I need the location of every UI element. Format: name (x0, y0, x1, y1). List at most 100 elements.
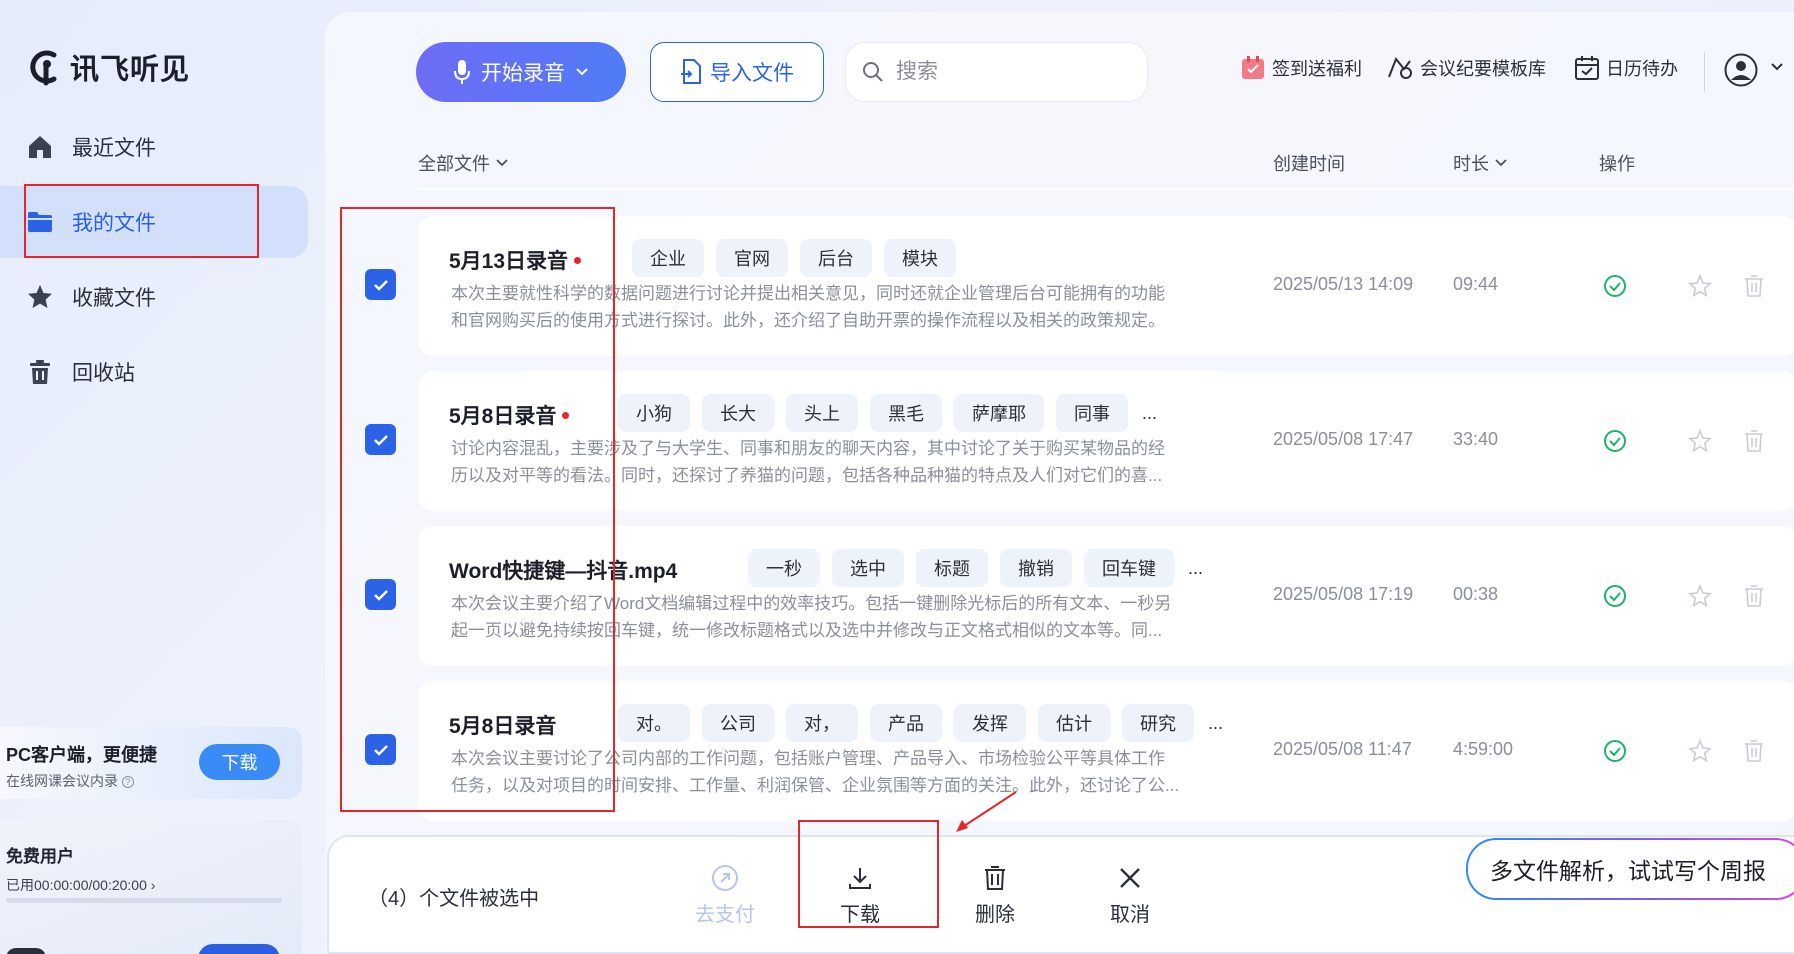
sidebar-item-recent[interactable]: 最近文件 (0, 111, 308, 183)
sidebar-item-favorites[interactable]: 收藏文件 (0, 261, 308, 333)
home-icon (29, 136, 51, 158)
tag[interactable]: 企业 (632, 239, 704, 277)
tag[interactable]: 估计 (1038, 704, 1110, 742)
tag[interactable]: 产品 (870, 704, 942, 742)
info-icon[interactable]: ? (121, 776, 134, 789)
check-icon (373, 589, 388, 601)
transcribed-check-icon (1604, 275, 1626, 297)
check-icon (373, 279, 388, 291)
more-tags[interactable]: ... (1208, 713, 1223, 734)
row-title[interactable]: 5月8日录音 (449, 400, 570, 430)
logo-icon (30, 50, 57, 86)
calendar-todo-link[interactable]: 日历待办 (1574, 55, 1678, 81)
sidebar-item-label: 回收站 (72, 362, 135, 385)
tag[interactable]: 回车键 (1084, 549, 1174, 587)
delete-button[interactable]: 删除 (950, 864, 1040, 927)
tag[interactable]: 官网 (716, 239, 788, 277)
chevron-down-icon[interactable] (1770, 62, 1784, 72)
transcribed-check-icon (1604, 430, 1626, 452)
row-tags: 一秒 选中 标题 撤销 回车键 ... (748, 549, 1203, 587)
tag[interactable]: 公司 (702, 704, 774, 742)
row-title[interactable]: Word快捷键—抖音.mp4 (449, 555, 677, 585)
close-icon (1120, 868, 1140, 888)
account-avatar-icon (6, 948, 46, 954)
tag[interactable]: 萨摩耶 (954, 394, 1044, 432)
row-duration: 09:44 (1453, 274, 1499, 294)
row-title[interactable]: 5月8日录音 (449, 710, 556, 740)
tag[interactable]: 标题 (916, 549, 988, 587)
chevron-down-icon (496, 159, 508, 167)
row-description: 本次主要就性科学的数据问题进行讨论并提出相关意见，同时还就企业管理后台可能拥有的… (451, 284, 1165, 330)
tag[interactable]: 长大 (702, 394, 774, 432)
tag[interactable]: 黑毛 (870, 394, 942, 432)
tag[interactable]: 对。 (618, 704, 690, 742)
header-created-time[interactable]: 创建时间 (1273, 150, 1345, 176)
more-tags[interactable]: ... (1142, 403, 1157, 424)
user-avatar-icon[interactable] (1724, 53, 1758, 87)
tag[interactable]: 对， (786, 704, 858, 742)
favorite-star-icon[interactable] (1688, 274, 1712, 298)
search-box[interactable] (845, 42, 1148, 102)
tag[interactable]: 后台 (800, 239, 872, 277)
sidebar-item-trash[interactable]: 回收站 (0, 336, 308, 408)
tag[interactable]: 头上 (786, 394, 858, 432)
row-checkbox[interactable] (365, 424, 396, 455)
sort-duration[interactable]: 时长 (1453, 150, 1507, 176)
download-button[interactable]: 下载 (815, 864, 905, 927)
start-recording-button[interactable]: 开始录音 (416, 42, 626, 102)
tag[interactable]: 小狗 (618, 394, 690, 432)
delete-trash-icon[interactable] (1743, 274, 1765, 298)
star-icon (28, 285, 52, 308)
delete-trash-icon[interactable] (1743, 739, 1765, 763)
template-library-link[interactable]: 会议纪要模板库 (1386, 55, 1546, 81)
tag[interactable]: 发挥 (954, 704, 1026, 742)
row-checkbox[interactable] (365, 734, 396, 765)
weekly-report-tip[interactable]: 多文件解析，试试写个周报 (1466, 838, 1794, 900)
search-input[interactable] (896, 60, 1116, 84)
tag[interactable]: 选中 (832, 549, 904, 587)
sidebar: 讯飞听见 最近文件 我的文件 收藏文件 回收站 PC客户端，更便捷 在线网课会议… (0, 0, 325, 954)
calendar-check-icon (1575, 56, 1599, 80)
filter-all-files[interactable]: 全部文件 (418, 150, 508, 176)
search-icon (863, 62, 883, 82)
chevron-down-icon (1495, 159, 1507, 167)
row-checkbox[interactable] (365, 579, 396, 610)
row-checkbox[interactable] (365, 269, 396, 300)
checkin-link[interactable]: 签到送福利 (1240, 55, 1362, 81)
delete-trash-icon[interactable] (1743, 429, 1765, 453)
favorite-star-icon[interactable] (1688, 739, 1712, 763)
tag[interactable]: 一秒 (748, 549, 820, 587)
chevron-down-icon (576, 68, 588, 76)
promo-download-button[interactable]: 下载 (199, 744, 280, 780)
tag[interactable]: 研究 (1122, 704, 1194, 742)
favorite-star-icon[interactable] (1688, 584, 1712, 608)
pc-client-promo: PC客户端，更便捷 在线网课会议内录 ? 下载 (0, 727, 302, 799)
cancel-button[interactable]: 取消 (1085, 864, 1175, 927)
account-usage[interactable]: 已用00:00:00/00:20:00 › (6, 875, 302, 895)
unread-dot (574, 256, 582, 264)
favorite-star-icon[interactable] (1688, 429, 1712, 453)
sidebar-item-my-files[interactable]: 我的文件 (0, 186, 308, 258)
app-logo[interactable]: 讯飞听见 (28, 46, 190, 88)
checkin-label: 签到送福利 (1272, 59, 1362, 79)
tag[interactable]: 同事 (1056, 394, 1128, 432)
header-duration-label: 时长 (1453, 154, 1489, 174)
row-duration: 00:38 (1453, 584, 1499, 604)
more-tags[interactable]: ... (1188, 558, 1203, 579)
header-divider (418, 188, 1794, 190)
sidebar-item-label: 我的文件 (72, 212, 156, 235)
row-duration: 33:40 (1453, 429, 1499, 449)
delete-icon (985, 866, 1005, 890)
tag[interactable]: 撤销 (1000, 549, 1072, 587)
upgrade-button[interactable] (198, 944, 280, 954)
import-label: 导入文件 (710, 62, 794, 85)
account-plan: 免费用户 (6, 847, 74, 866)
header-actions: 操作 (1599, 154, 1635, 174)
delete-trash-icon[interactable] (1743, 584, 1765, 608)
tag[interactable]: 模块 (884, 239, 956, 277)
pay-button[interactable]: 去支付 (680, 864, 770, 927)
transcribed-check-icon (1604, 585, 1626, 607)
row-title[interactable]: 5月13日录音 (449, 245, 582, 275)
sidebar-item-label: 收藏文件 (72, 287, 156, 310)
import-file-button[interactable]: 导入文件 (650, 42, 824, 102)
